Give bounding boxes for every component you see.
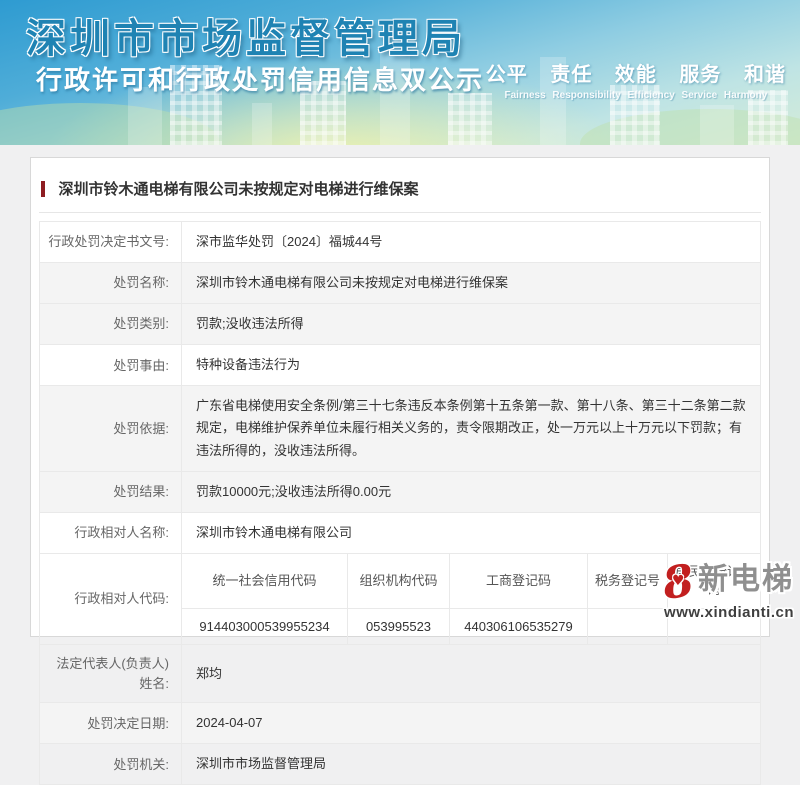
row-label: 处罚名称: xyxy=(40,263,182,304)
table-row: 法定代表人(负责人)姓名: 郑均 xyxy=(40,645,761,703)
row-value: 深圳市铃木通电梯有限公司未按规定对电梯进行维保案 xyxy=(182,263,761,304)
code-col-header: 统一社会信用代码 xyxy=(182,553,348,608)
row-label: 处罚类别: xyxy=(40,304,182,345)
table-row: 行政处罚决定书文号: 深市监华处罚〔2024〕福城44号 xyxy=(40,222,761,263)
row-label: 处罚依据: xyxy=(40,386,182,471)
site-subtitle: 行政许可和行政处罚信用信息双公示 xyxy=(36,60,484,97)
row-value: 2024-04-07 xyxy=(182,703,761,744)
row-label: 处罚决定日期: xyxy=(40,703,182,744)
row-label: 处罚结果: xyxy=(40,471,182,512)
row-value: 广东省电梯使用安全条例/第三十七条违反本条例第十五条第一款、第十八条、第三十二条… xyxy=(182,386,761,471)
motto-english: Fairness Responsibility Efficiency Servi… xyxy=(486,90,786,101)
table-row: 处罚依据: 广东省电梯使用安全条例/第三十七条违反本条例第十五条第一款、第十八条… xyxy=(40,386,761,471)
code-col-header: 税务登记号 xyxy=(588,553,668,608)
row-label: 法定代表人(负责人)姓名: xyxy=(40,645,182,703)
row-value: 深圳市市场监督管理局 xyxy=(182,744,761,785)
row-label: 行政处罚决定书文号: xyxy=(40,222,182,263)
row-value: 罚款10000元;没收违法所得0.00元 xyxy=(182,471,761,512)
row-value: 罚款;没收违法所得 xyxy=(182,304,761,345)
table-row: 处罚决定日期: 2024-04-07 xyxy=(40,703,761,744)
title-accent-bar xyxy=(41,181,45,197)
case-title-bar: 深圳市铃木通电梯有限公司未按规定对电梯进行维保案 xyxy=(39,166,761,213)
table-row: 行政相对人名称: 深圳市铃木通电梯有限公司 xyxy=(40,512,761,553)
row-value: 深圳市铃木通电梯有限公司 xyxy=(182,512,761,553)
table-row: 处罚类别: 罚款;没收违法所得 xyxy=(40,304,761,345)
code-col-header: 组织机构代码 xyxy=(348,553,450,608)
site-header: 深圳市市场监督管理局 行政许可和行政处罚信用信息双公示 公平 责任 效能 服务 … xyxy=(0,0,800,145)
penalty-info-table: 行政处罚决定书文号: 深市监华处罚〔2024〕福城44号 处罚名称: 深圳市铃木… xyxy=(39,221,761,785)
code-col-header: 居民身份证号码 xyxy=(668,553,761,608)
table-row: 处罚结果: 罚款10000元;没收违法所得0.00元 xyxy=(40,471,761,512)
row-value: 郑均 xyxy=(182,645,761,703)
row-value: 深市监华处罚〔2024〕福城44号 xyxy=(182,222,761,263)
row-label: 行政相对人代码: xyxy=(40,553,182,644)
content-card: 深圳市铃木通电梯有限公司未按规定对电梯进行维保案 行政处罚决定书文号: 深市监华… xyxy=(30,157,770,637)
case-title: 深圳市铃木通电梯有限公司未按规定对电梯进行维保案 xyxy=(58,181,418,198)
motto-chinese: 公平 责任 效能 服务 和谐 xyxy=(486,58,786,87)
row-label: 处罚机关: xyxy=(40,744,182,785)
code-header-row: 行政相对人代码: 统一社会信用代码 组织机构代码 工商登记码 税务登记号 居民身… xyxy=(40,553,761,608)
table-row: 处罚事由: 特种设备违法行为 xyxy=(40,345,761,386)
table-row: 处罚机关: 深圳市市场监督管理局 xyxy=(40,744,761,785)
row-label: 处罚事由: xyxy=(40,345,182,386)
header-motto: 公平 责任 效能 服务 和谐 Fairness Responsibility E… xyxy=(486,58,786,101)
code-col-header: 工商登记码 xyxy=(450,553,588,608)
row-value: 特种设备违法行为 xyxy=(182,345,761,386)
site-title: 深圳市市场监督管理局 xyxy=(26,6,466,64)
row-label: 行政相对人名称: xyxy=(40,512,182,553)
table-row: 处罚名称: 深圳市铃木通电梯有限公司未按规定对电梯进行维保案 xyxy=(40,263,761,304)
